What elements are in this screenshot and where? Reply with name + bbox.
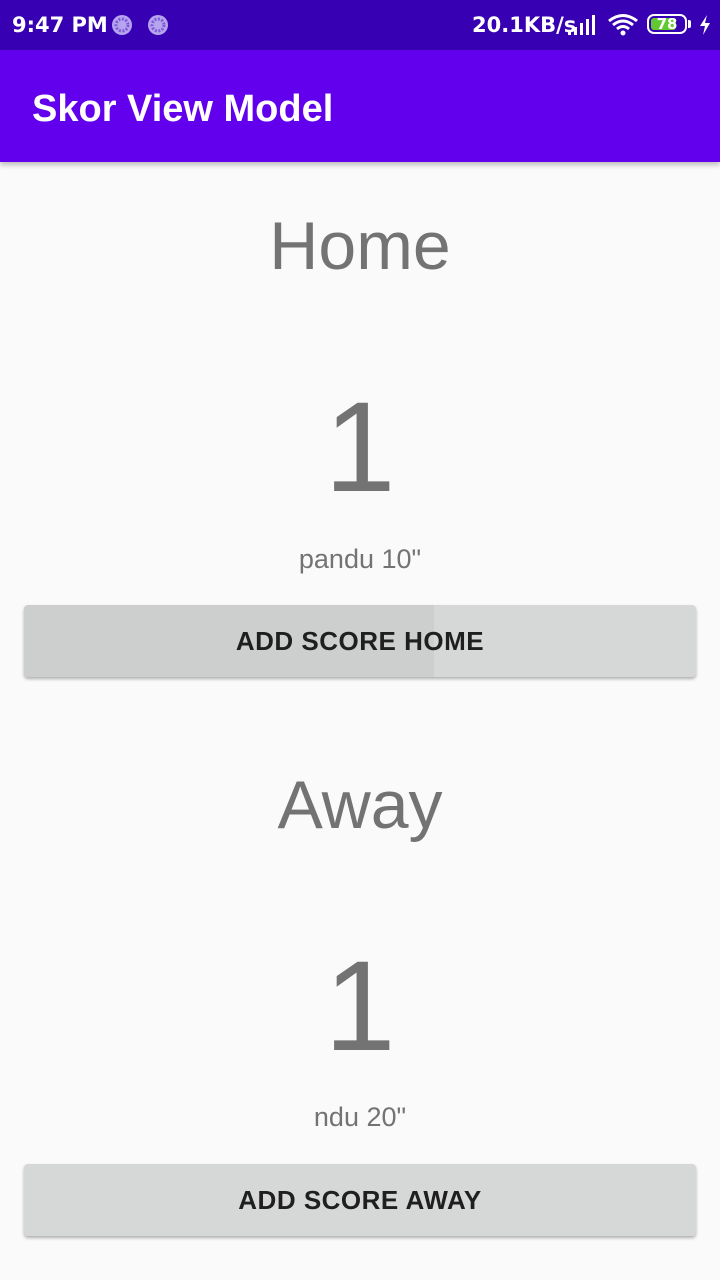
- add-score-away-label: ADD SCORE AWAY: [238, 1184, 482, 1215]
- home-score: 1: [324, 376, 396, 519]
- network-speed: 20.1KB/s: [472, 13, 577, 37]
- add-score-away-button[interactable]: ADD SCORE AWAY: [24, 1164, 696, 1236]
- status-bar: 9:47 PM 20.1KB/s 78: [0, 0, 720, 50]
- charging-icon: [700, 15, 710, 35]
- app-title: Skor View Model: [32, 88, 334, 130]
- app-bar: Skor View Model: [0, 50, 720, 162]
- status-time: 9:47 PM: [12, 13, 108, 37]
- battery-tip: [688, 20, 691, 28]
- away-score: 1: [324, 935, 396, 1078]
- battery-level: 78: [656, 15, 678, 33]
- home-scorer: pandu 10": [298, 544, 422, 574]
- signal-icon: [568, 15, 595, 35]
- home-label: Home: [269, 208, 451, 284]
- add-score-home-label: ADD SCORE HOME: [235, 625, 485, 656]
- add-score-home-button[interactable]: ADD SCORE HOME: [24, 605, 696, 677]
- wifi-icon: [608, 14, 638, 36]
- notification-icon: [112, 15, 132, 35]
- battery-icon: 78: [647, 14, 687, 34]
- away-label: Away: [277, 767, 443, 843]
- notification-icon: [148, 15, 168, 35]
- away-scorer: ndu 20": [313, 1102, 407, 1132]
